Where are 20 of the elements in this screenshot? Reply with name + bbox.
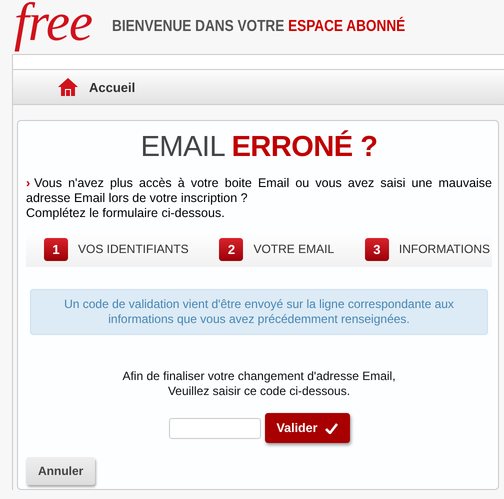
instruction-text: Veuillez saisir ce code ci-dessous. — [166, 384, 352, 399]
step-label: VOS IDENTIFIANTS — [78, 242, 189, 256]
step-number: 3 — [364, 238, 389, 260]
step-number: 2 — [219, 238, 244, 260]
cancel-button[interactable]: Annuler — [26, 457, 96, 485]
info-notice: Un code de validation vient d'être envoyé sur la ligne correspondante aux informations que vous avez précédemment renseignées. — [30, 289, 488, 335]
step-number: 1 — [44, 238, 68, 260]
check-icon — [324, 422, 338, 434]
page-title: EMAIL ERRONÉ ? — [140, 131, 378, 164]
step-label: VOTRE EMAIL — [253, 242, 334, 256]
welcome-title: BIENVENUE DANS VOTRE ESPACE ABONNÉ — [112, 18, 406, 36]
code-field[interactable] — [168, 418, 260, 438]
intro-text: Complétez le formulaire ci-dessous. — [26, 206, 226, 221]
home-icon — [57, 77, 79, 97]
intro-text: › Vous n'avez plus accès à votre boite Email ou vous avez saisi une mauvaise adresse Email lors de votre inscription ? — [26, 176, 492, 206]
logo: free — [14, 0, 92, 49]
home-link[interactable]: Accueil — [89, 80, 136, 94]
instruction-text: Afin de finaliser votre changement d'adresse Email, — [121, 369, 397, 384]
submit-button[interactable]: Valider — [264, 413, 350, 443]
step-label: INFORMATIONS — [398, 242, 490, 256]
